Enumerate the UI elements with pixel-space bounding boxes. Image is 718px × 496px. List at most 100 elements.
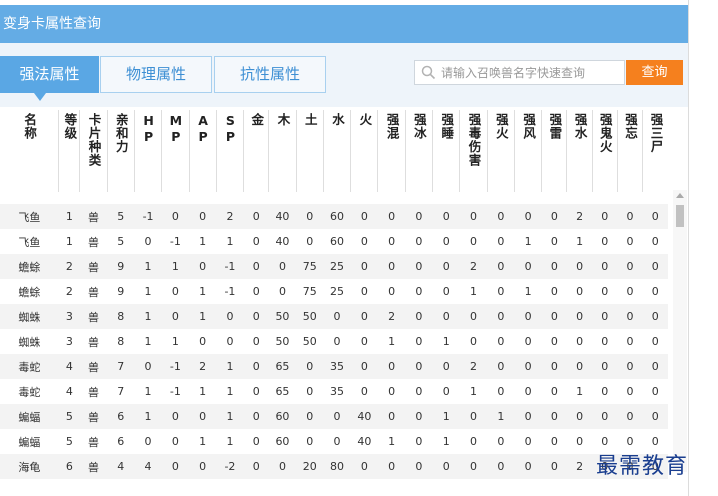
table-row[interactable]: 蝙蝠 5 兽 6 0 0 1 1 0 60 0 0 40 1 0 1 0 0 0 0 0 0 0 0 (0, 429, 668, 454)
table-cell: 0 (601, 285, 609, 298)
table-cell: 20 (296, 454, 324, 479)
table-row[interactable]: 蜘蛛 3 兽 8 1 0 1 0 0 50 50 0 0 2 0 0 0 0 0 0 0 0 0 0 (0, 304, 668, 329)
table-cell: 兽 (79, 304, 108, 329)
table-cell: 1 (199, 285, 207, 298)
column-header-label: 强雷 (547, 113, 563, 140)
table-cell: 0 (296, 354, 324, 379)
table-cell: -2 (216, 454, 244, 479)
table-cell: 0 (189, 254, 217, 279)
table-cell: -1 (216, 254, 244, 279)
column-header-label: 强毒伤害 (466, 113, 482, 167)
table-cell: 0 (415, 285, 423, 298)
table-cell: 0 (278, 285, 286, 298)
table-cell: 0 (323, 404, 351, 429)
scroll-up-arrow-icon[interactable] (676, 193, 684, 198)
table-cell: 1 (199, 385, 207, 398)
window-title: 变身卡属性查询 (0, 5, 688, 43)
table-cell: 0 (470, 235, 478, 248)
table-cell: 0 (651, 335, 659, 348)
table-cell: 1 (388, 435, 396, 448)
table-cell: 7 (107, 354, 135, 379)
table-cell: 2 (189, 354, 217, 379)
table-cell: 0 (226, 335, 234, 348)
table-cell: 6 (58, 454, 80, 479)
column-header-label: 火 (357, 113, 373, 127)
column-header: 金 (243, 110, 269, 192)
tab-physical-attributes[interactable]: 物理属性 (100, 56, 212, 93)
table-cell: 0 (333, 335, 341, 348)
table-cell: 0 (377, 454, 406, 479)
table-row[interactable]: 蟾蜍 2 兽 9 1 1 0 -1 0 0 75 25 0 0 0 0 2 0 0 0 0 0 0 0 (0, 254, 668, 279)
table-cell: 0 (252, 335, 260, 348)
table-cell: 0 (576, 285, 584, 298)
search-button[interactable]: 查询 (626, 60, 683, 85)
table-cell: 0 (592, 354, 618, 379)
table-cell: 0 (415, 435, 423, 448)
table-cell: 0 (306, 385, 314, 398)
table-cell: 0 (415, 385, 423, 398)
column-header-label: MP (168, 113, 184, 145)
table-cell: 0 (487, 204, 515, 229)
column-header-label: 强鬼火 (597, 113, 613, 154)
table-cell: 0 (642, 204, 668, 229)
pet-name-cell: 飞鱼 (18, 235, 41, 249)
table-cell: 1 (171, 335, 179, 348)
table-cell: 兽 (87, 335, 99, 349)
table-cell: 0 (541, 454, 567, 479)
table-row[interactable]: 毒蛇 4 兽 7 1 -1 1 1 0 65 0 35 0 0 0 0 1 0 0 0 1 0 0 0 (0, 379, 668, 404)
table-row[interactable]: 蟾蜍 2 兽 9 1 0 1 -1 0 0 75 25 0 0 0 0 1 0 1 0 0 0 0 0 (0, 279, 668, 304)
column-header: 强睡 (432, 110, 460, 192)
table-cell: 0 (405, 354, 433, 379)
search-input[interactable] (441, 62, 621, 83)
table-cell: 1 (576, 385, 584, 398)
table-cell: 0 (617, 254, 643, 279)
table-cell: 0 (651, 385, 659, 398)
column-header-label: 强混 (384, 113, 400, 140)
table-cell: 4 (134, 454, 162, 479)
table-cell: 1 (576, 235, 584, 248)
table-row[interactable]: 飞鱼 1 兽 5 0 -1 1 1 0 40 0 60 0 0 0 0 0 0 1 0 1 0 0 0 (0, 229, 668, 254)
table-cell: 3 (58, 304, 80, 329)
table-cell: 1 (226, 235, 234, 248)
search-icon (421, 65, 436, 80)
table-cell: 0 (134, 354, 162, 379)
tab-magic-attributes[interactable]: 强法属性 (0, 56, 99, 93)
pet-name-cell: 蝙蝠 (18, 435, 41, 449)
table-cell: 2 (566, 454, 593, 479)
table-cell: 1 (432, 404, 460, 429)
table-cell: 0 (470, 435, 478, 448)
table-row[interactable]: 飞鱼 1 兽 5 -1 0 0 2 0 40 0 60 0 0 0 0 0 0 0 0 2 0 0 0 (0, 204, 668, 229)
table-cell: 0 (432, 354, 460, 379)
table-cell: 0 (268, 454, 297, 479)
table-cell: -1 (134, 204, 162, 229)
column-header: AP (188, 110, 217, 192)
search-box (414, 60, 625, 85)
table-cell: 0 (171, 435, 179, 448)
table-cell: 1 (144, 285, 152, 298)
table-scrollbar[interactable] (673, 190, 687, 472)
table-cell: 0 (442, 235, 450, 248)
table-cell: 兽 (79, 204, 108, 229)
tab-resistance-attributes[interactable]: 抗性属性 (214, 56, 326, 93)
table-row[interactable]: 海龟 6 兽 4 4 0 0 -2 0 0 20 80 0 0 0 0 0 0 0 0 2 0 0 0 (0, 454, 668, 479)
scroll-thumb[interactable] (676, 205, 684, 227)
table-cell: 0 (415, 335, 423, 348)
table-cell: 35 (330, 385, 345, 398)
column-header-label: 卡片种类 (86, 113, 102, 167)
pet-name-cell: 蟾蜍 (0, 254, 59, 279)
column-header-label: 土 (302, 113, 318, 127)
table-cell: 1 (144, 385, 152, 398)
table-cell: 0 (243, 454, 269, 479)
table-cell: 75 (302, 285, 317, 298)
pet-name-cell: 毒蛇 (18, 385, 41, 399)
table-cell: 0 (514, 254, 542, 279)
table-cell: 5 (65, 435, 73, 448)
table-cell: 0 (592, 254, 618, 279)
table-cell: 0 (360, 385, 368, 398)
table-row[interactable]: 蜘蛛 3 兽 8 1 1 0 0 0 50 50 0 0 1 0 1 0 0 0 0 0 0 0 0 (0, 329, 668, 354)
table-cell: 0 (243, 204, 269, 229)
table-cell: 0 (642, 254, 668, 279)
table-row[interactable]: 毒蛇 4 兽 7 0 -1 2 1 0 65 0 35 0 0 0 0 2 0 0 0 0 0 0 0 (0, 354, 668, 379)
table-cell: 0 (350, 354, 378, 379)
table-row[interactable]: 蝙蝠 5 兽 6 1 0 0 1 0 60 0 0 40 0 0 1 0 1 0 0 0 0 0 0 (0, 404, 668, 429)
